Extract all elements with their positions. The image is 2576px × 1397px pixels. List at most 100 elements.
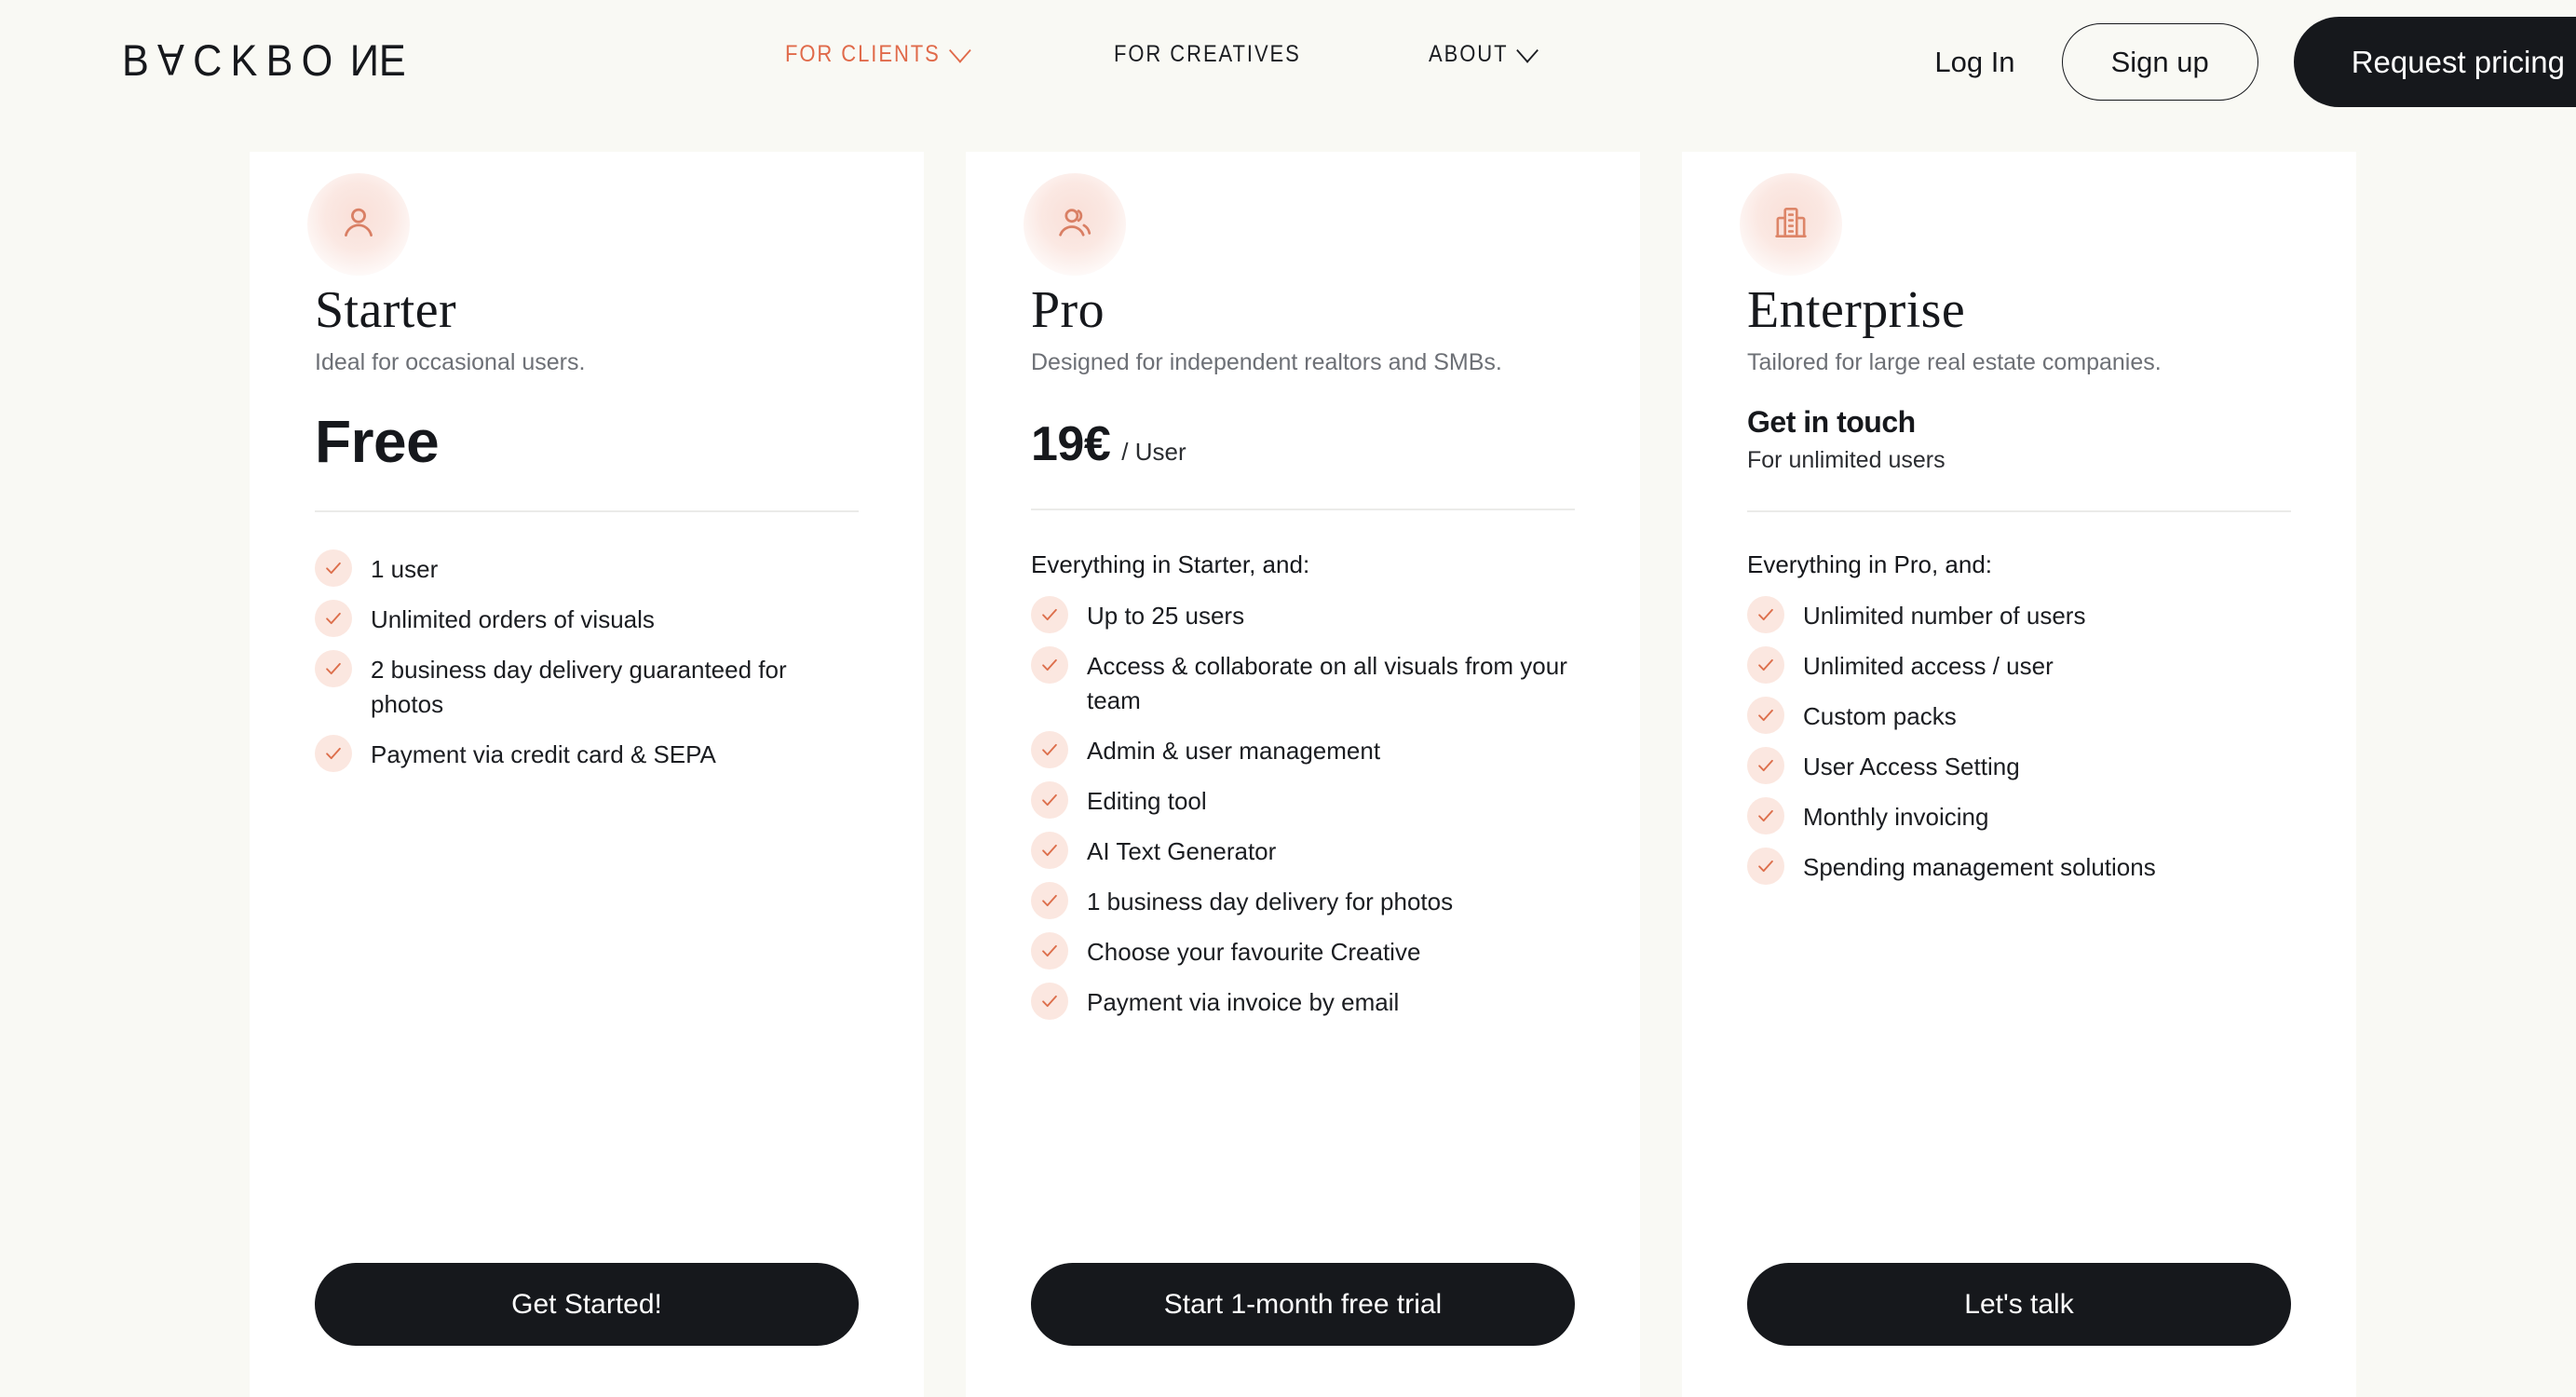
header-actions: Log In Sign up Request pricing <box>1934 0 2576 124</box>
check-icon <box>1031 646 1068 684</box>
plan-name-enterprise: Enterprise <box>1747 281 1966 339</box>
nav-label-for-creatives: FOR CREATIVES <box>1113 41 1301 67</box>
cta-button-starter[interactable]: Get Started! <box>315 1263 859 1346</box>
cta-button-enterprise[interactable]: Let's talk <box>1747 1263 2291 1346</box>
feature-item: 1 business day delivery for photos <box>1031 881 1579 919</box>
check-icon <box>1747 848 1784 885</box>
check-icon <box>315 650 352 687</box>
login-link[interactable]: Log In <box>1934 46 2014 79</box>
price-unit-pro: / User <box>1121 438 1186 466</box>
features-title-pro: Everything in Starter, and: <box>1031 550 1310 578</box>
feature-text: Unlimited number of users <box>1803 602 2086 630</box>
card-divider-pro <box>1031 509 1575 510</box>
feature-item: Admin & user management <box>1031 730 1579 768</box>
feature-item: Unlimited number of users <box>1747 596 2295 633</box>
feature-text: 1 user <box>371 555 439 583</box>
feature-item: Editing tool <box>1031 780 1579 819</box>
feature-text: 1 business day delivery for photos <box>1087 887 1454 916</box>
logo-letter-b2: B <box>265 35 302 85</box>
check-icon <box>1031 881 1068 919</box>
plan-tagline-enterprise: Tailored for large real estate companies… <box>1747 349 2162 375</box>
feature-text: Choose your favourite Creative <box>1087 937 1421 966</box>
feature-text: Custom packs <box>1803 702 1957 730</box>
person-icon <box>338 202 379 248</box>
check-icon <box>1031 982 1068 1020</box>
feature-item: Monthly invoicing <box>1747 797 2295 834</box>
chevron-down-icon <box>948 37 971 63</box>
feature-text: Up to 25 users <box>1087 602 1245 630</box>
check-icon <box>315 734 352 772</box>
nav-item-for-clients[interactable]: FOR CLIENTS <box>785 37 971 68</box>
features-pro: Everything in Starter, and: Up to 25 use… <box>1031 550 1579 1036</box>
feature-list-pro: Up to 25 users Access & collaborate on a… <box>1031 596 1579 1020</box>
feature-item: Unlimited orders of visuals <box>315 600 862 637</box>
feature-text: Access & collaborate on all visuals from… <box>1087 652 1567 714</box>
check-icon <box>315 600 352 637</box>
backbone-logo[interactable]: BACKBONE <box>122 34 414 86</box>
pricing-card-enterprise: Enterprise Tailored for large real estat… <box>1682 152 2356 1397</box>
logo-letter-k: K <box>230 35 266 85</box>
price-amount-enterprise: Get in touch <box>1747 405 1916 439</box>
feature-text: Spending management solutions <box>1803 853 2156 881</box>
building-icon <box>1771 203 1810 247</box>
signup-button[interactable]: Sign up <box>2061 23 2258 101</box>
plan-icon-wrapper-starter <box>307 173 410 276</box>
check-icon <box>1747 747 1784 784</box>
feature-item: Up to 25 users <box>1031 596 1579 633</box>
pricing-card-pro: Pro Designed for independent realtors an… <box>966 152 1640 1397</box>
pricing-cards: Starter Ideal for occasional users. Free… <box>250 152 2356 1397</box>
logo-letter-b1: B <box>122 35 158 85</box>
feature-item: AI Text Generator <box>1031 831 1579 869</box>
feature-item: User Access Setting <box>1747 747 2295 784</box>
nav-item-for-creatives[interactable]: FOR CREATIVES <box>1114 41 1301 68</box>
check-icon <box>1031 730 1068 768</box>
pricing-card-starter: Starter Ideal for occasional users. Free… <box>250 152 924 1397</box>
cta-button-pro[interactable]: Start 1-month free trial <box>1031 1263 1575 1346</box>
logo-letter-n: N <box>341 35 379 85</box>
feature-text: 2 business day delivery guaranteed for p… <box>371 656 787 718</box>
plan-icon-wrapper-pro <box>1024 173 1126 276</box>
logo-letter-o: O <box>301 35 342 85</box>
plan-name-starter: Starter <box>315 281 457 339</box>
feature-item: Spending management solutions <box>1747 848 2295 885</box>
check-icon <box>315 549 352 587</box>
feature-list-starter: 1 user Unlimited orders of visuals 2 bus… <box>315 549 862 772</box>
check-icon <box>1747 697 1784 734</box>
feature-text: Unlimited orders of visuals <box>371 605 655 633</box>
features-starter: 1 user Unlimited orders of visuals 2 bus… <box>315 549 862 788</box>
price-amount-starter: Free <box>315 408 440 475</box>
chevron-down-icon <box>1515 37 1539 63</box>
main-navigation: FOR CLIENTS FOR CREATIVES ABOUT <box>785 37 1550 68</box>
nav-item-about[interactable]: ABOUT <box>1428 37 1539 68</box>
nav-label-for-clients: FOR CLIENTS <box>785 41 941 67</box>
check-icon <box>1747 646 1784 684</box>
logo-letter-c: C <box>193 35 231 85</box>
feature-text: AI Text Generator <box>1087 836 1277 865</box>
people-icon <box>1054 202 1095 248</box>
check-icon <box>1747 797 1784 834</box>
check-icon <box>1031 780 1068 819</box>
feature-text: Unlimited access / user <box>1803 652 2054 680</box>
feature-item: 1 user <box>315 549 862 587</box>
check-icon <box>1031 596 1068 633</box>
features-enterprise: Everything in Pro, and: Unlimited number… <box>1747 550 2295 901</box>
plan-tagline-pro: Designed for independent realtors and SM… <box>1031 349 1502 375</box>
feature-text: Monthly invoicing <box>1803 803 1989 831</box>
feature-text: Payment via credit card & SEPA <box>371 739 716 768</box>
nav-label-about: ABOUT <box>1428 41 1509 67</box>
feature-item: Access & collaborate on all visuals from… <box>1031 646 1579 718</box>
card-divider-enterprise <box>1747 510 2291 512</box>
plan-icon-wrapper-enterprise <box>1740 173 1842 276</box>
price-block-enterprise: Get in touch For unlimited users <box>1747 405 1946 474</box>
request-pricing-button[interactable]: Request pricing <box>2293 17 2576 107</box>
feature-text: Editing tool <box>1087 786 1207 815</box>
price-block-pro: 19€ / User <box>1031 417 1186 473</box>
feature-list-enterprise: Unlimited number of users Unlimited acce… <box>1747 596 2295 885</box>
logo-letter-e: E <box>378 35 414 85</box>
feature-item: Custom packs <box>1747 697 2295 734</box>
check-icon <box>1031 931 1068 970</box>
card-divider-starter <box>315 510 859 512</box>
features-title-enterprise: Everything in Pro, and: <box>1747 550 1993 578</box>
check-icon <box>1747 596 1784 633</box>
feature-text: Admin & user management <box>1087 736 1381 765</box>
